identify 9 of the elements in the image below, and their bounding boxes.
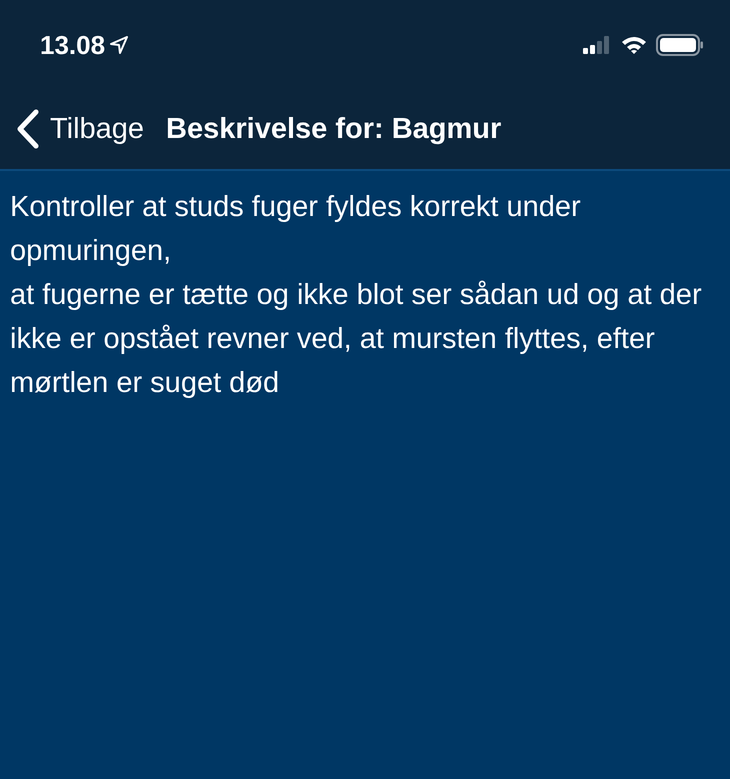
description-text: Kontroller at studs fuger fyldes korrekt under opmuringen, at fugerne er tætte og ikke blot ser sådan ud og at der ikke er opstået revner ved, at mursten flyttes, efter mørtlen er suget død <box>10 190 703 401</box>
chevron-left-icon <box>16 109 40 149</box>
battery-icon <box>656 34 704 56</box>
location-arrow-icon <box>109 35 130 55</box>
status-time: 13.08 <box>40 30 106 60</box>
page-title: Beskrivelse for: Bagmur <box>166 112 502 146</box>
signal-icon <box>582 35 612 55</box>
back-button[interactable]: Tilbage <box>16 109 144 149</box>
wifi-icon <box>620 35 648 55</box>
